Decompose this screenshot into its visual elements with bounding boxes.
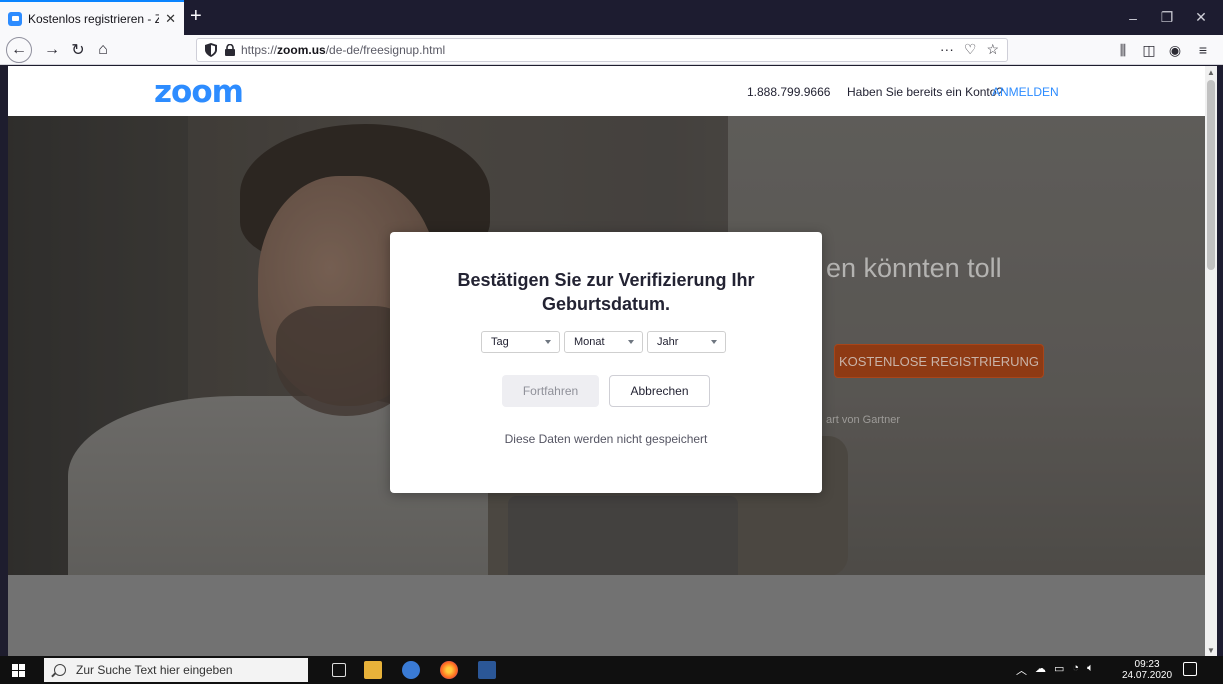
onedrive-icon[interactable]: ☁ bbox=[1035, 662, 1046, 678]
tray-expand-icon[interactable]: ︿ bbox=[1016, 662, 1027, 678]
scroll-up-icon[interactable]: ▲ bbox=[1205, 66, 1217, 78]
year-select-value: Jahr bbox=[657, 336, 679, 348]
month-select[interactable]: Monat bbox=[564, 331, 643, 353]
url-actions: ··· ♡ ☆ bbox=[940, 41, 999, 58]
dialog-title: Bestätigen Sie zur Verifizierung Ihr Geb… bbox=[390, 268, 822, 316]
hero-note: art von Gartner bbox=[826, 414, 900, 426]
month-select-value: Monat bbox=[574, 336, 605, 348]
hero-heading: en könnten toll bbox=[826, 253, 1002, 283]
continue-button[interactable]: Fortfahren bbox=[502, 375, 599, 407]
taskbar-search-input[interactable]: Zur Suche Text hier eingeben bbox=[44, 658, 308, 682]
tab-close-icon[interactable]: ✕ bbox=[165, 11, 176, 27]
url-bar[interactable]: https://zoom.us/de-de/freesignup.html ··… bbox=[196, 38, 1008, 62]
volume-icon[interactable]: 🔈︎ bbox=[1087, 662, 1094, 678]
reload-icon[interactable]: ↻ bbox=[66, 38, 90, 62]
scroll-thumb[interactable] bbox=[1207, 80, 1215, 270]
battery-icon[interactable]: ▭ bbox=[1054, 662, 1064, 678]
browser-tab-active[interactable]: Kostenlos registrieren - Zoom ✕ bbox=[0, 0, 184, 35]
browser-navbar: ← → ↻ ⌂ https://zoom.us/de-de/freesignup… bbox=[0, 35, 1223, 65]
taskbar-search-placeholder: Zur Suche Text hier eingeben bbox=[76, 663, 233, 677]
zoom-favicon-icon bbox=[8, 11, 22, 26]
dialog-title-line2: Geburtsdatum. bbox=[541, 294, 670, 314]
word-icon[interactable] bbox=[478, 661, 496, 679]
window-edge bbox=[1217, 66, 1223, 656]
zoom-logo[interactable]: zoom bbox=[154, 74, 244, 110]
data-not-stored-note: Diese Daten werden nicht gespeichert bbox=[504, 432, 708, 446]
system-tray: ︿ ☁ ▭ ◔ 🔈︎ bbox=[1016, 662, 1094, 678]
windows-start-icon[interactable] bbox=[12, 664, 26, 678]
file-explorer-icon[interactable] bbox=[364, 661, 382, 679]
close-window-button[interactable]: ✕ bbox=[1181, 0, 1221, 35]
wifi-icon[interactable]: ◔ bbox=[1072, 662, 1079, 678]
pocket-icon[interactable]: ♡ bbox=[964, 41, 977, 58]
phone-number[interactable]: 1.888.799.9666 bbox=[747, 85, 830, 99]
account-icon[interactable]: ◉ bbox=[1164, 39, 1186, 61]
zoom-header: zoom 1.888.799.9666 Haben Sie bereits ei… bbox=[8, 66, 1205, 116]
have-account-text: Haben Sie bereits ein Konto? bbox=[847, 85, 1004, 99]
free-signup-button[interactable]: KOSTENLOSE REGISTRIERUNG bbox=[834, 344, 1044, 378]
day-select-value: Tag bbox=[491, 336, 509, 348]
clock-time: 09:23 bbox=[1134, 659, 1160, 670]
cancel-button[interactable]: Abbrechen bbox=[609, 375, 710, 407]
sidebar-icon[interactable]: ◫ bbox=[1138, 39, 1160, 61]
chevron-down-icon bbox=[628, 340, 634, 344]
birthdate-selects: Tag Monat Jahr bbox=[481, 331, 726, 353]
browser-tabbar: Kostenlos registrieren - Zoom ✕ + – ❐ ✕ bbox=[0, 0, 1223, 35]
shield-icon[interactable] bbox=[205, 43, 217, 57]
birthdate-dialog: Bestätigen Sie zur Verifizierung Ihr Geb… bbox=[390, 232, 822, 493]
taskbar-clock[interactable]: 09:23 24.07.2020 bbox=[1122, 659, 1172, 681]
signin-link[interactable]: ANMELDEN bbox=[992, 85, 1059, 99]
year-select[interactable]: Jahr bbox=[647, 331, 726, 353]
windows-taskbar: Zur Suche Text hier eingeben ︿ ☁ ▭ ◔ 🔈︎ … bbox=[0, 656, 1223, 684]
search-icon bbox=[54, 664, 66, 676]
chevron-down-icon bbox=[711, 340, 717, 344]
tab-title: Kostenlos registrieren - Zoom bbox=[28, 11, 160, 26]
bookmark-star-icon[interactable]: ☆ bbox=[986, 41, 999, 58]
library-icon[interactable]: ⫼ bbox=[1112, 39, 1134, 61]
scroll-down-icon[interactable]: ▼ bbox=[1205, 644, 1217, 656]
clock-date: 24.07.2020 bbox=[1122, 670, 1173, 681]
firefox-icon[interactable] bbox=[440, 661, 458, 679]
new-tab-button[interactable]: + bbox=[190, 5, 202, 28]
forward-icon[interactable]: → bbox=[40, 38, 64, 62]
task-view-icon[interactable] bbox=[332, 663, 346, 677]
chevron-down-icon bbox=[545, 340, 551, 344]
dialog-title-line1: Bestätigen Sie zur Verifizierung Ihr bbox=[457, 270, 755, 290]
url-text: https://zoom.us/de-de/freesignup.html bbox=[241, 43, 446, 57]
edge-browser-icon[interactable] bbox=[402, 661, 420, 679]
notification-icon[interactable] bbox=[1183, 662, 1197, 676]
page-scrollbar[interactable]: ▲ ▼ bbox=[1205, 66, 1217, 656]
page-lower-section bbox=[8, 575, 1205, 656]
back-icon[interactable]: ← bbox=[6, 37, 32, 63]
home-icon[interactable]: ⌂ bbox=[91, 38, 115, 62]
day-select[interactable]: Tag bbox=[481, 331, 560, 353]
menu-icon[interactable]: ≡ bbox=[1192, 39, 1214, 61]
page-actions-icon[interactable]: ··· bbox=[940, 41, 954, 58]
lock-icon[interactable] bbox=[225, 44, 235, 56]
